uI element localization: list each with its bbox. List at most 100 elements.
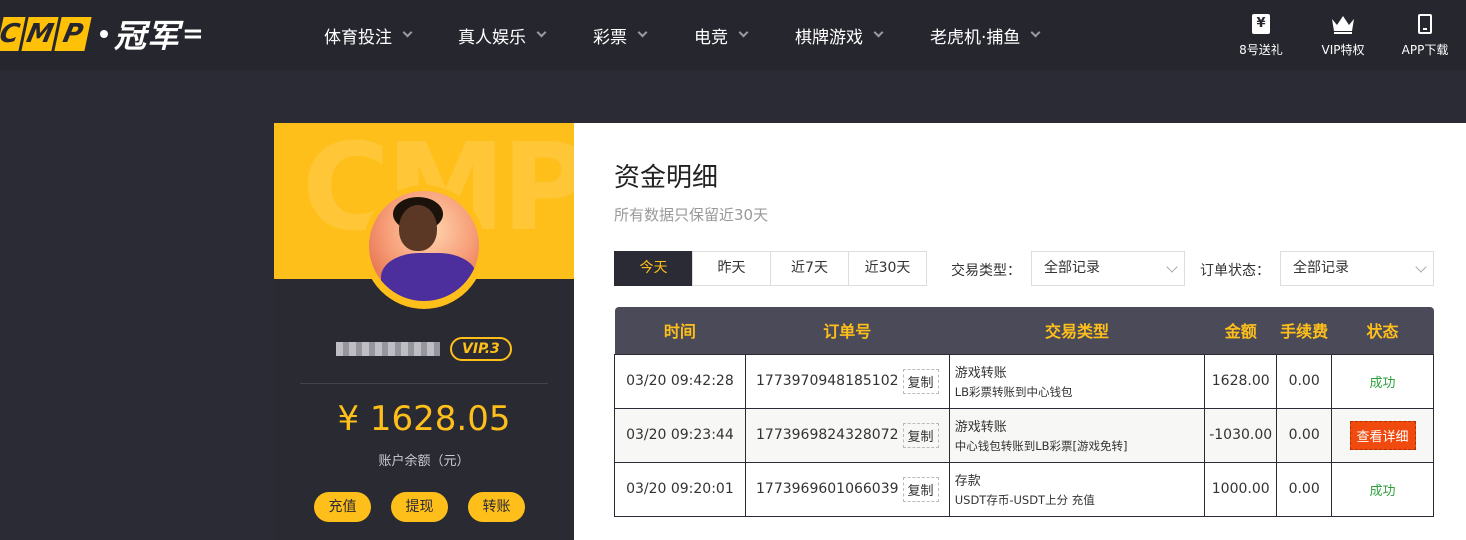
balance-label: 账户余额（元） — [378, 454, 470, 469]
transaction-type-label: 交易类型： — [951, 263, 1021, 279]
logo-letter: M — [21, 17, 59, 51]
cell-amount: 1628.00 — [1204, 353, 1278, 409]
avatar-head — [399, 205, 437, 251]
cell-status: 成功 — [1331, 353, 1434, 409]
chevron-down-icon — [1166, 261, 1178, 273]
cell-time: 03/20 09:23:44 — [614, 407, 746, 463]
order-status-label: 订单状态： — [1200, 263, 1270, 279]
gift-icon: ¥ — [1252, 14, 1270, 34]
page-title: 资金明细 — [614, 163, 719, 193]
transaction-type-select[interactable]: 全部记录 — [1031, 251, 1185, 286]
tab-yesterday[interactable]: 昨天 — [692, 251, 771, 286]
gift-link-label: 8号送礼 — [1239, 43, 1283, 57]
avatar-body — [381, 253, 477, 301]
cell-type: 游戏转账 LB彩票转账到中心钱包 — [948, 353, 1206, 409]
gift-link[interactable]: ¥ 8号送礼 — [1220, 12, 1302, 62]
col-type: 交易类型 — [949, 307, 1205, 354]
order-number: 1773970948185102 — [756, 373, 899, 389]
nav-card-games[interactable]: 棋牌游戏 — [795, 23, 884, 48]
chevron-down-icon — [402, 27, 413, 38]
copy-button[interactable]: 复制 — [902, 476, 939, 502]
table-row: 03/20 09:23:44 1773969824328072 复制 游戏转账中心… — [614, 407, 1434, 463]
cell-amount: 1000.00 — [1204, 461, 1278, 517]
cell-type: 游戏转账中心钱包转账到LB彩票[游戏免转] — [948, 407, 1206, 463]
vip-link[interactable]: VIP特权 — [1302, 12, 1384, 62]
app-download-link[interactable]: APP下载 — [1384, 12, 1466, 62]
status-success: 成功 — [1369, 483, 1396, 499]
table-row: 03/20 09:42:28 1773970948185102 复制 游戏转账 LB… — [614, 353, 1434, 409]
top-header: C M P 冠军 = 体育投注 真人娱乐 彩票 电竞 棋牌游戏 老虎机·捕鱼 ¥… — [0, 0, 1466, 70]
order-number: 1773969601066039 — [756, 481, 899, 497]
col-order-no: 订单号 — [745, 307, 950, 354]
transfer-button[interactable]: 转账 — [468, 492, 525, 522]
type-main: 存款 — [954, 474, 981, 489]
nav-slots-fishing[interactable]: 老虎机·捕鱼 — [930, 23, 1041, 48]
main-nav: 体育投注 真人娱乐 彩票 电竞 棋牌游戏 老虎机·捕鱼 — [324, 0, 1087, 70]
tab-today[interactable]: 今天 — [614, 251, 693, 286]
header-links: ¥ 8号送礼 VIP特权 APP下载 — [1220, 12, 1466, 62]
cell-order: 1773969601066039 复制 — [744, 461, 950, 517]
type-main: 游戏转账 — [954, 366, 1007, 381]
username: VIP.3 — [336, 337, 512, 361]
account-balance: ¥ 1628.05 — [337, 399, 511, 439]
chevron-down-icon — [873, 27, 884, 38]
funds-table: 时间 订单号 交易类型 金额 手续费 状态 03/20 09:42:28 177… — [614, 307, 1434, 517]
nav-label: 老虎机·捕鱼 — [930, 27, 1021, 48]
nav-label: 棋牌游戏 — [795, 27, 863, 48]
nav-esports[interactable]: 电竞 — [694, 23, 749, 48]
table-header: 时间 订单号 交易类型 金额 手续费 状态 — [614, 307, 1434, 354]
tab-last-7-days[interactable]: 近7天 — [770, 251, 849, 286]
withdraw-button[interactable]: 提现 — [391, 492, 448, 522]
crown-icon — [1332, 16, 1354, 34]
vip-link-label: VIP特权 — [1321, 43, 1365, 57]
copy-button[interactable]: 复制 — [902, 422, 939, 448]
nav-label: 体育投注 — [324, 27, 392, 48]
cell-fee: 0.00 — [1276, 407, 1333, 463]
logo-name: 冠军 — [114, 17, 181, 55]
funds-panel: 资金明细 所有数据只保留近30天 今天 昨天 近7天 近30天 交易类型： 全部… — [574, 123, 1466, 540]
site-logo[interactable]: C M P 冠军 = — [0, 14, 204, 55]
type-detail: 中心钱包转账到LB彩票[游戏免转] — [954, 439, 1128, 453]
chevron-down-icon — [1030, 27, 1041, 38]
transaction-type-value: 全部记录 — [1044, 260, 1100, 276]
cell-order: 1773970948185102 复制 — [744, 353, 950, 409]
vip-badge[interactable]: VIP.3 — [450, 337, 512, 361]
type-main: 游戏转账 — [954, 420, 1007, 435]
page-subtitle: 所有数据只保留近30天 — [614, 206, 769, 224]
logo-letters: C M P — [0, 17, 92, 51]
date-tabs: 今天 昨天 近7天 近30天 — [614, 251, 927, 286]
cell-fee: 0.00 — [1276, 353, 1333, 409]
col-fee: 手续费 — [1276, 307, 1332, 354]
chevron-down-icon — [1415, 261, 1427, 273]
nav-sports[interactable]: 体育投注 — [324, 23, 413, 48]
table-row: 03/20 09:20:01 1773969601066039 复制 存款 USDT… — [614, 461, 1434, 517]
nav-lottery[interactable]: 彩票 — [593, 23, 648, 48]
username-masked — [336, 342, 440, 356]
cell-amount: -1030.00 — [1204, 407, 1278, 463]
phone-icon — [1418, 14, 1432, 34]
account-actions: 充值 提现 转账 — [314, 492, 525, 522]
order-status-select[interactable]: 全部记录 — [1280, 251, 1434, 286]
avatar[interactable] — [369, 191, 479, 301]
deposit-button[interactable]: 充值 — [314, 492, 371, 522]
nav-label: 电竞 — [694, 27, 728, 48]
type-detail: USDT存币-USDT上分 充值 — [954, 493, 1095, 507]
status-success: 成功 — [1369, 375, 1396, 391]
cell-time: 03/20 09:20:01 — [614, 461, 746, 517]
copy-button[interactable]: 复制 — [902, 368, 939, 394]
nav-live-casino[interactable]: 真人娱乐 — [458, 23, 547, 48]
cell-status: 成功 — [1331, 461, 1434, 517]
order-number: 1773969824328072 — [756, 427, 899, 443]
tab-last-30-days[interactable]: 近30天 — [848, 251, 927, 286]
chevron-down-icon — [637, 27, 648, 38]
nav-label: 彩票 — [593, 27, 627, 48]
cell-time: 03/20 09:42:28 — [614, 353, 746, 409]
nav-label: 真人娱乐 — [458, 27, 526, 48]
app-download-label: APP下载 — [1401, 43, 1449, 57]
logo-letter: P — [54, 17, 92, 51]
cell-fee: 0.00 — [1276, 461, 1333, 517]
logo-dot — [100, 30, 108, 38]
profile-panel: CMP VIP.3 ¥ 1628.05 账户余额（元） 充值 提现 转账 — [274, 123, 574, 540]
view-details-button[interactable]: 查看详细 — [1349, 420, 1416, 450]
cell-status: 查看详细 — [1331, 407, 1434, 463]
